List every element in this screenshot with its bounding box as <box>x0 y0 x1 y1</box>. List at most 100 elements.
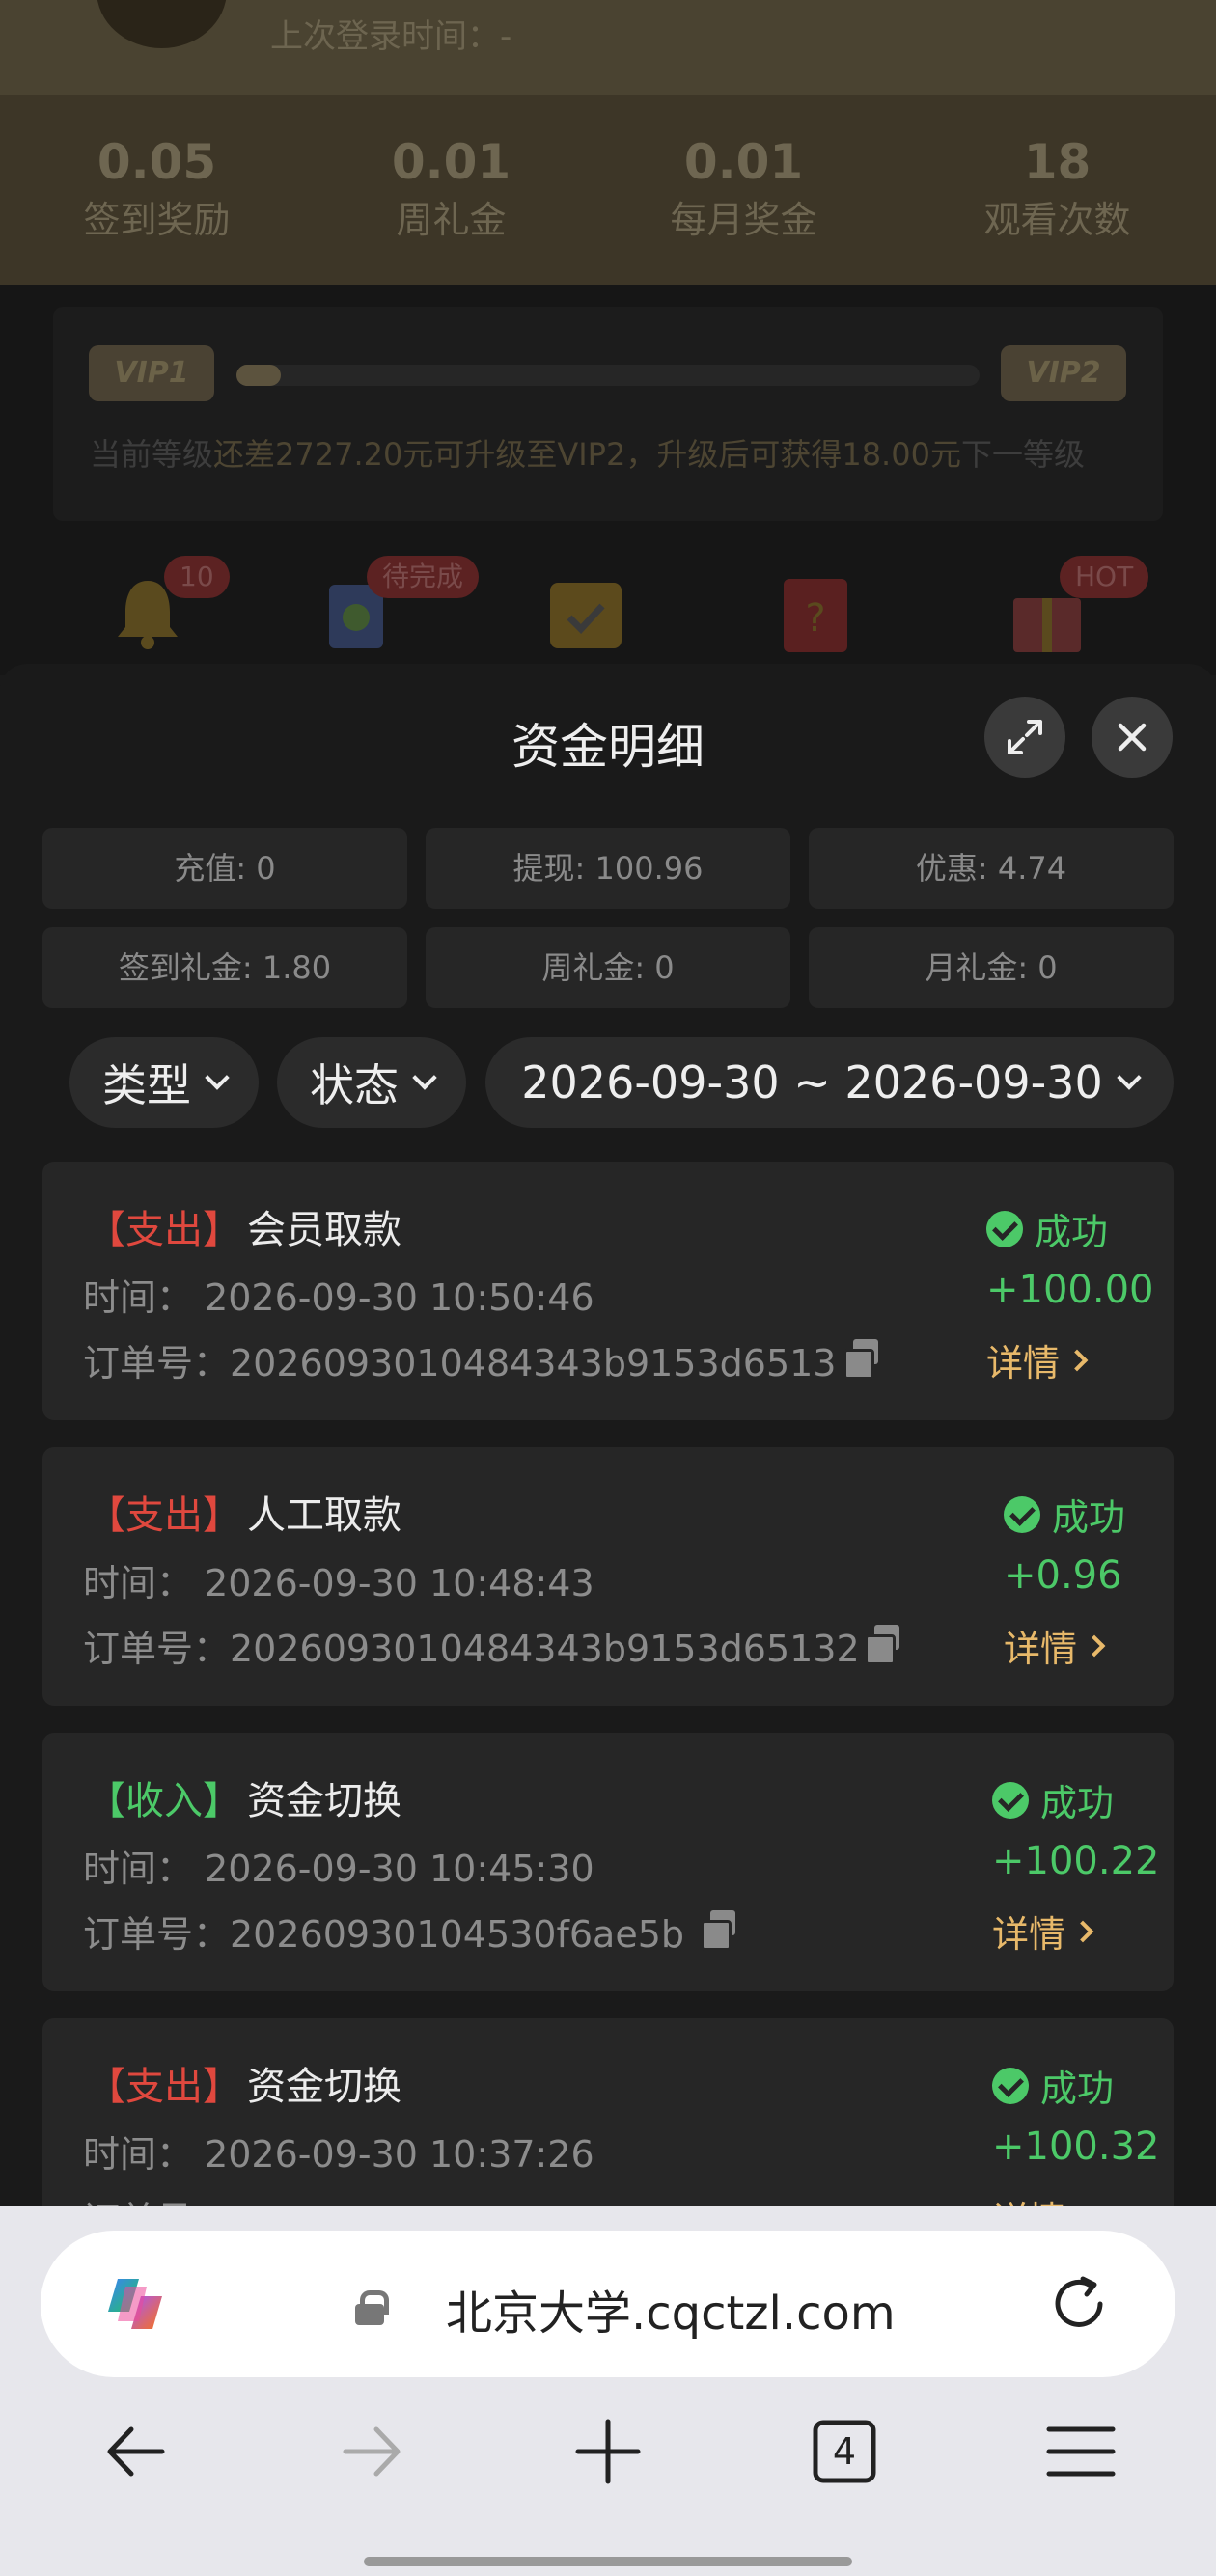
detail-label: 详情 <box>1004 1628 1078 1670</box>
status-label: 成功 <box>1040 2068 1115 2110</box>
transaction-amount: +100.00 <box>986 1268 1154 1312</box>
vip-text-prefix: 当前等级 <box>90 436 214 473</box>
status-success: 成功 <box>992 1773 1114 1826</box>
stat-label: 观看次数 <box>983 199 1131 241</box>
type-filter-label: 类型 <box>102 1059 191 1111</box>
copy-icon[interactable] <box>865 1625 901 1665</box>
transaction-name: 资金切换 <box>247 2065 401 2109</box>
forward-icon <box>343 2426 401 2477</box>
status-label: 成功 <box>1052 1496 1126 1539</box>
transaction-time: 时间： 2026-09-30 10:37:26 <box>83 2133 594 2176</box>
svg-text:?: ? <box>805 596 825 641</box>
stats-bar: 0.05 签到奖励 0.01 周礼金 0.01 每月奖金 18 观看次数 <box>0 95 1216 285</box>
transaction-card[interactable]: 【支出】 人工取款 时间： 2026-09-30 10:48:43 订单号：20… <box>42 1447 1174 1706</box>
expand-button[interactable] <box>984 697 1065 778</box>
chevron-right-icon <box>1071 1920 1094 1942</box>
detail-label: 详情 <box>992 1913 1066 1956</box>
stat-label: 每月奖金 <box>670 199 817 241</box>
detail-label: 详情 <box>992 2190 1065 2206</box>
stat-label: 周礼金 <box>396 199 507 241</box>
status-success: 成功 <box>992 2059 1114 2112</box>
transaction-order-number: 订单号：20260930104530f6ae5b <box>83 1913 684 1956</box>
tabs-button[interactable]: 4 <box>801 2408 888 2495</box>
chevron-right-icon <box>1065 1349 1089 1371</box>
address-bar[interactable]: 北京大学.cqctzl.com <box>41 2231 1175 2377</box>
transaction-type-tag: 【支出】 <box>87 1208 241 1252</box>
type-filter-dropdown[interactable]: 类型 <box>69 1037 259 1128</box>
transaction-order-number: 订单号：2026093010484343b9153d65132 <box>83 1628 860 1670</box>
detail-link[interactable]: 详情 <box>992 2190 1091 2206</box>
date-range-label: 2026-09-30 ~ 2026-09-30 <box>521 1056 1103 1109</box>
detail-link[interactable]: 详情 <box>1004 1619 1106 1672</box>
transaction-amount: +0.96 <box>1004 1553 1122 1598</box>
home-indicator <box>364 2557 852 2566</box>
menu-icon <box>1046 2426 1116 2477</box>
stat-weekly-gift: 0.01 周礼金 <box>299 131 603 247</box>
avatar <box>97 0 227 48</box>
reload-icon[interactable] <box>1044 2269 1114 2339</box>
calendar-check-icon <box>542 569 629 656</box>
status-filter-label: 状态 <box>310 1059 399 1111</box>
new-tab-button[interactable] <box>565 2408 651 2495</box>
copy-icon[interactable] <box>843 1339 880 1380</box>
copilot-icon[interactable] <box>97 2265 174 2343</box>
expand-icon <box>1008 720 1042 754</box>
stat-value: 0.05 <box>97 134 217 190</box>
notification-count-badge: 10 <box>164 556 230 598</box>
transaction-amount: +100.22 <box>992 1839 1160 1883</box>
summary-discount: 优惠: 4.74 <box>809 828 1174 909</box>
status-label: 成功 <box>1040 1782 1115 1824</box>
check-circle-icon <box>986 1210 1023 1247</box>
task-pending-badge: 待完成 <box>367 556 480 598</box>
date-range-dropdown[interactable]: 2026-09-30 ~ 2026-09-30 <box>485 1037 1174 1128</box>
lock-icon <box>355 2290 389 2325</box>
hot-badge: HOT <box>1060 556 1149 598</box>
background-page: 上次登录时间：- 0.05 签到奖励 0.01 周礼金 0.01 每月奖金 18… <box>0 0 1216 675</box>
summary-checkin-gift: 签到礼金: 1.80 <box>42 927 407 1008</box>
vip-progress-track <box>236 365 980 386</box>
last-login-text: 上次登录时间：- <box>270 17 512 56</box>
detail-label: 详情 <box>986 1342 1061 1384</box>
vip-upgrade-text: 当前等级还差2727.20元可升级至VIP2，升级后可获得18.00元下一等级 <box>90 430 1085 475</box>
transaction-order-number: 订单号：2026093010484343b9153d6513 <box>83 1342 837 1384</box>
detail-link[interactable]: 详情 <box>986 1333 1089 1386</box>
transaction-card[interactable]: 【收入】 资金切换 时间： 2026-09-30 10:45:30 订单号：20… <box>42 1733 1174 1991</box>
summary-deposit: 充值: 0 <box>42 828 407 909</box>
menu-button[interactable] <box>1037 2408 1124 2495</box>
close-icon <box>1118 723 1147 752</box>
status-filter-dropdown[interactable]: 状态 <box>277 1037 466 1128</box>
mystery-box-icon: ? <box>772 569 859 656</box>
url-text[interactable]: 北京大学.cqctzl.com <box>446 2275 896 2343</box>
vip-next-badge: VIP2 <box>1001 345 1126 401</box>
chevron-right-icon <box>1083 1634 1106 1657</box>
summary-weekly-gift: 周礼金: 0 <box>426 927 790 1008</box>
transaction-type-tag: 【支出】 <box>87 2065 241 2109</box>
back-icon <box>107 2426 165 2477</box>
transaction-card[interactable]: 【支出】 资金切换 时间： 2026-09-30 10:37:26 订单号： 成… <box>42 2018 1174 2206</box>
stat-monthly-bonus: 0.01 每月奖金 <box>592 131 896 247</box>
transaction-card[interactable]: 【支出】 会员取款 时间： 2026-09-30 10:50:46 订单号：20… <box>42 1162 1174 1420</box>
profile-header: 上次登录时间：- <box>0 0 1216 95</box>
back-button[interactable] <box>93 2408 180 2495</box>
forward-button[interactable] <box>328 2408 415 2495</box>
stat-value: 0.01 <box>683 134 804 190</box>
transaction-time: 时间： 2026-09-30 10:48:43 <box>83 1562 594 1604</box>
copy-icon[interactable] <box>701 1910 737 1951</box>
check-circle-icon <box>1004 1495 1040 1533</box>
stat-view-count: 18 观看次数 <box>905 131 1209 247</box>
vip-progress-fill <box>236 365 282 386</box>
transaction-time: 时间： 2026-09-30 10:45:30 <box>83 1848 594 1890</box>
check-circle-icon <box>992 1781 1029 1819</box>
transaction-order-number: 订单号： <box>83 2190 230 2206</box>
transaction-type-tag: 【支出】 <box>87 1494 241 1538</box>
transaction-name: 会员取款 <box>247 1208 401 1252</box>
tab-count: 4 <box>832 2430 857 2473</box>
summary-withdraw: 提现: 100.96 <box>426 828 790 909</box>
stat-checkin-reward: 0.05 签到奖励 <box>5 131 309 247</box>
vip-text-highlight: 还差2727.20元可升级至VIP2，升级后可获得18.00元 <box>213 436 961 473</box>
close-button[interactable] <box>1092 697 1173 778</box>
detail-link[interactable]: 详情 <box>992 1905 1094 1958</box>
vip-current-badge: VIP1 <box>89 345 214 401</box>
vip-text-suffix: 下一等级 <box>960 436 1085 473</box>
stat-value: 18 <box>1023 134 1092 190</box>
